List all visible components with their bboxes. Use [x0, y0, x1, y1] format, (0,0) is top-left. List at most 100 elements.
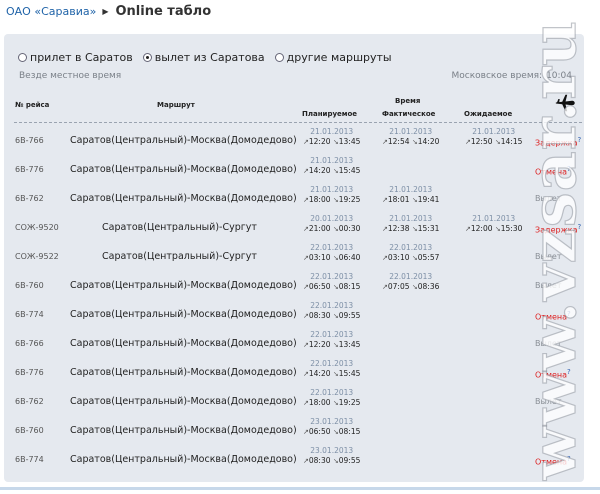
status-badge[interactable]: Вылет	[535, 397, 562, 406]
table-row: 6В-762 Саратов(Центральный)-Москва(Домоде…	[4, 387, 584, 416]
planned-time-times: ↗21:00 ↘00:30	[303, 224, 360, 234]
status-badge[interactable]: Отмена?	[535, 368, 571, 380]
filter-radio-0[interactable]: прилет в Саратов	[18, 51, 133, 64]
status-badge[interactable]: Вылет	[535, 252, 562, 261]
status-text: Вылет	[535, 339, 562, 348]
flight-route: Саратов(Центральный)-Москва(Домодедово)	[70, 338, 297, 349]
planned-time-date: 20.01.2013	[310, 214, 354, 223]
departure-time: 06:50	[308, 282, 331, 291]
help-icon[interactable]: ?	[567, 310, 571, 318]
radio-button-icon[interactable]	[142, 53, 152, 62]
status-text: Отмена	[535, 312, 568, 322]
actual-time: 22.01.2013 ↗03:10 ↘05:57	[382, 243, 439, 263]
help-icon[interactable]: ?	[567, 455, 571, 463]
expected-time-times: ↗12:00 ↘15:30	[465, 224, 522, 234]
status-text: Отмена	[535, 370, 568, 380]
flight-route: Саратов(Центральный)-Москва(Домодедово)	[70, 193, 297, 204]
flight-number: 6В-776	[15, 368, 44, 377]
status-badge[interactable]: Задержка?	[535, 136, 581, 148]
help-icon[interactable]: ?	[567, 368, 571, 376]
departure-time: 08:30	[308, 456, 331, 465]
help-icon[interactable]: ?	[578, 136, 582, 144]
actual-time: 21.01.2013 ↗18:01 ↘19:41	[382, 185, 439, 205]
flight-route: Саратов(Центральный)-Сургут	[102, 251, 257, 262]
planned-time-date: 21.01.2013	[310, 156, 354, 165]
header-planned: Планируемое	[302, 110, 358, 118]
actual-time: 22.01.2013 ↗07:05 ↘08:36	[382, 272, 439, 292]
status-badge[interactable]: Отмена?	[535, 310, 571, 322]
planned-time-times: ↗08:30 ↘09:55	[303, 456, 360, 466]
radio-button-icon[interactable]	[18, 53, 27, 62]
planned-time: 22.01.2013 ↗03:10 ↘06:40	[303, 243, 360, 263]
header-expected: Ожидаемое	[464, 110, 513, 118]
departure-time: 12:38	[387, 224, 410, 233]
planned-time-times: ↗03:10 ↘06:40	[303, 253, 360, 263]
departure-time: 12:00	[470, 224, 493, 233]
departure-time: 14:20	[308, 369, 331, 378]
status-badge[interactable]: Вылет	[535, 339, 562, 348]
table-row: 6В-766 Саратов(Центральный)-Москва(Домоде…	[4, 329, 584, 358]
actual-time-date: 22.01.2013	[389, 272, 433, 281]
planned-time-date: 22.01.2013	[310, 301, 354, 310]
departure-time: 14:20	[308, 166, 331, 175]
departure-time: 21:00	[308, 224, 331, 233]
help-icon[interactable]: ?	[567, 165, 571, 173]
arrival-time: 15:31	[417, 224, 440, 233]
planned-time-times: ↗18:00 ↘19:25	[303, 398, 360, 408]
table-row: 6В-766 Саратов(Центральный)-Москва(Домоде…	[4, 126, 584, 155]
arrival-time: 14:15	[500, 137, 523, 146]
planned-time-times: ↗14:20 ↘15:45	[303, 369, 360, 379]
filter-radio-1[interactable]: вылет из Саратова	[142, 51, 265, 64]
flight-number: 6В-760	[15, 426, 44, 435]
status-text: Вылет	[535, 194, 562, 203]
filter-radio-label: другие маршруты	[286, 51, 392, 64]
actual-time-date: 21.01.2013	[389, 127, 433, 136]
flight-route: Саратов(Центральный)-Москва(Домодедово)	[70, 454, 297, 465]
departure-time: 12:54	[387, 137, 410, 146]
arrival-time: 09:55	[338, 311, 361, 320]
filter-radio-2[interactable]: другие маршруты	[274, 51, 392, 64]
table-row: 6В-774 Саратов(Центральный)-Москва(Домоде…	[4, 300, 584, 329]
breadcrumb-home-link[interactable]: ОАО «Саравиа»	[6, 5, 96, 18]
planned-time-date: 22.01.2013	[310, 359, 354, 368]
actual-time-date: 22.01.2013	[389, 243, 433, 252]
status-badge[interactable]: Вылет	[535, 281, 562, 290]
arrival-time: 08:15	[338, 427, 361, 436]
actual-time-times: ↗18:01 ↘19:41	[382, 195, 439, 205]
status-text: Вылет	[535, 252, 562, 261]
table-row: 6В-774 Саратов(Центральный)-Москва(Домоде…	[4, 445, 584, 474]
planned-time: 23.01.2013 ↗06:50 ↘08:15	[303, 417, 360, 437]
planned-time: 23.01.2013 ↗08:30 ↘09:55	[303, 446, 360, 466]
table-row: СОЖ-9520 Саратов(Центральный)-Сургут 20.01…	[4, 213, 584, 242]
flight-number: 6В-760	[15, 281, 44, 290]
table-row: 6В-776 Саратов(Центральный)-Москва(Домоде…	[4, 358, 584, 387]
header-divider	[14, 122, 582, 123]
flight-number: СОЖ-9520	[15, 223, 59, 232]
departure-time: 12:20	[308, 137, 331, 146]
breadcrumb: ОАО «Саравиа» ▶ Online табло	[6, 2, 211, 20]
flight-route: Саратов(Центральный)-Москва(Домодедово)	[70, 425, 297, 436]
status-text: Задержка	[535, 225, 578, 235]
flight-route: Саратов(Центральный)-Москва(Домодедово)	[70, 280, 297, 291]
departure-time: 18:00	[308, 398, 331, 407]
radio-button-icon[interactable]	[274, 53, 284, 62]
moscow-time-label: Московское время:	[451, 71, 543, 81]
planned-time: 22.01.2013 ↗18:00 ↘19:25	[303, 388, 360, 408]
planned-time-times: ↗12:20 ↘13:45	[303, 137, 360, 147]
planned-time-date: 23.01.2013	[310, 417, 354, 426]
status-badge[interactable]: Задержка?	[535, 223, 581, 235]
table-row: 6В-760 Саратов(Центральный)-Москва(Домоде…	[4, 271, 584, 300]
planned-time: 20.01.2013 ↗21:00 ↘00:30	[303, 214, 360, 234]
status-text: Задержка	[535, 138, 578, 148]
status-badge[interactable]: Вылет	[535, 194, 562, 203]
arrival-time: 15:30	[500, 224, 523, 233]
departure-time: 12:50	[470, 137, 493, 146]
table-row: 6В-776 Саратов(Центральный)-Москва(Домоде…	[4, 155, 584, 184]
help-icon[interactable]: ?	[578, 223, 582, 231]
status-badge[interactable]: Отмена?	[535, 455, 571, 467]
status-badge[interactable]: Отмена?	[535, 165, 571, 177]
arrival-time: 14:20	[417, 137, 440, 146]
arrival-time: 15:45	[338, 166, 361, 175]
departure-time: 18:00	[308, 195, 331, 204]
table-row: 6В-760 Саратов(Центральный)-Москва(Домоде…	[4, 416, 584, 445]
